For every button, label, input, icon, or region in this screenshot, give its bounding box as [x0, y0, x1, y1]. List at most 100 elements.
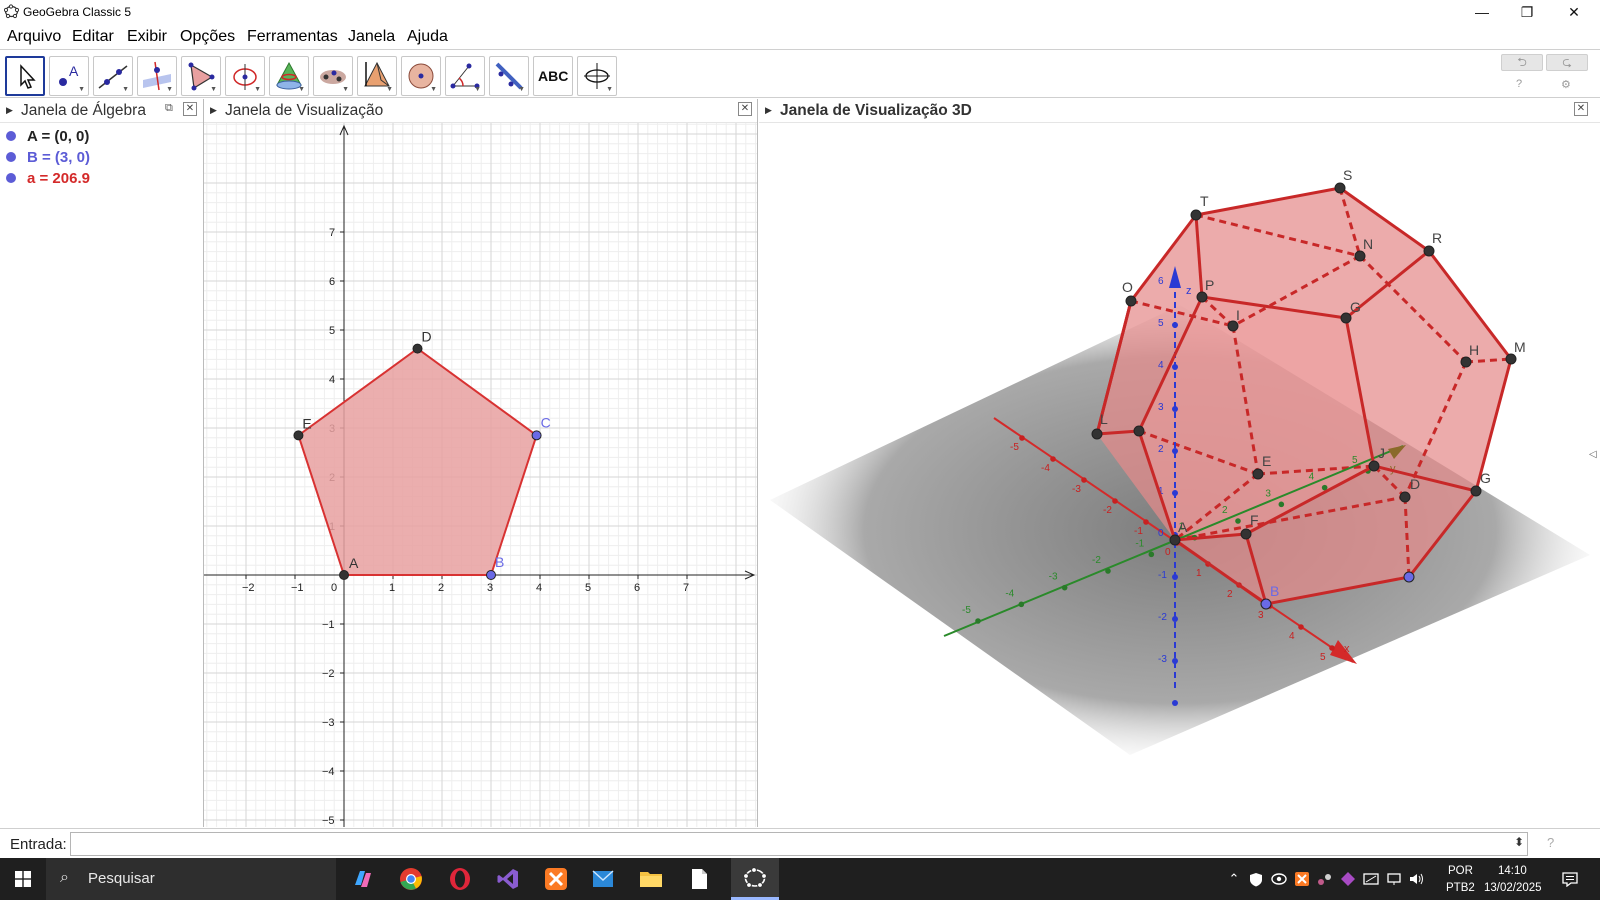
collapse-arrow-icon[interactable]: ▶: [765, 105, 772, 116]
vertex[interactable]: [1252, 468, 1264, 480]
menu-ferramentas[interactable]: Ferramentas: [247, 28, 338, 46]
input-history-icon[interactable]: ⬍: [1514, 835, 1524, 849]
point-E[interactable]: [293, 430, 304, 441]
collapse-arrow-icon[interactable]: ▶: [6, 105, 13, 116]
start-button[interactable]: [0, 858, 46, 900]
app-tray-icon[interactable]: [1339, 858, 1357, 900]
chrome-app[interactable]: [394, 863, 428, 895]
graphics3d-canvas[interactable]: -5-4-3-2-1012345-5-4-3-2-1123456543210-1…: [759, 123, 1600, 827]
vertex[interactable]: [1354, 250, 1366, 262]
vertex[interactable]: [1169, 534, 1181, 546]
security-tray-icon[interactable]: [1247, 858, 1265, 900]
vertex[interactable]: [1190, 209, 1202, 221]
z-axis-tick: [1172, 406, 1178, 412]
tool-point[interactable]: A ▼: [49, 56, 89, 96]
eye-tray-icon[interactable]: [1270, 858, 1288, 900]
menu-exibir[interactable]: Exibir: [127, 28, 167, 46]
tool-circle[interactable]: ▼: [225, 56, 265, 96]
tray-expand-icon[interactable]: ⌃: [1226, 858, 1242, 900]
tool-reflect[interactable]: ▼: [489, 56, 529, 96]
collapse-arrow-icon[interactable]: ▶: [210, 105, 217, 116]
point-C[interactable]: [531, 430, 542, 441]
maximize-button[interactable]: ❐: [1505, 0, 1549, 24]
network-activity-tray-icon[interactable]: [1316, 858, 1334, 900]
vertex-label: L: [1100, 411, 1108, 427]
menu-editar[interactable]: Editar: [72, 28, 114, 46]
point-D[interactable]: [412, 343, 423, 354]
visual-studio-app[interactable]: [491, 863, 525, 895]
x-axis-tick-label: 5: [1320, 652, 1326, 663]
notifications-icon[interactable]: [1556, 858, 1584, 900]
tool-text[interactable]: ABC: [533, 56, 573, 96]
vertex[interactable]: [1368, 460, 1380, 472]
clock-time[interactable]: 14:10: [1498, 865, 1527, 877]
folder-icon: [640, 872, 662, 887]
visibility-toggle[interactable]: [6, 173, 16, 183]
graphics-canvas[interactable]: −2−1012345671234567−1−2−3−4−5−6ABCDE: [204, 123, 757, 827]
menu-janela[interactable]: Janela: [348, 28, 395, 46]
z-axis-tick: [1172, 364, 1178, 370]
graphics3d-close-button[interactable]: ✕: [1574, 102, 1588, 116]
tool-angle[interactable]: ▼: [445, 56, 485, 96]
point-A[interactable]: [339, 570, 349, 580]
vertex[interactable]: [1423, 245, 1435, 257]
network-icon[interactable]: [1385, 858, 1403, 900]
tool-rotate-view[interactable]: ▼: [577, 56, 617, 96]
vertex[interactable]: [1505, 353, 1517, 365]
algebra-close-button[interactable]: ✕: [183, 102, 197, 116]
vertex[interactable]: [1133, 425, 1145, 437]
language-indicator[interactable]: POR: [1448, 865, 1473, 877]
undock-icon[interactable]: ⧉: [165, 102, 173, 115]
tool-plane[interactable]: ▼: [313, 56, 353, 96]
input-help-icon[interactable]: ?: [1547, 835, 1554, 850]
input-field[interactable]: [70, 832, 1528, 856]
point-B[interactable]: [486, 570, 496, 580]
vertex[interactable]: [1240, 528, 1252, 540]
display-tray-icon[interactable]: [1362, 858, 1380, 900]
algebra-item-B[interactable]: B = (3, 0): [6, 149, 90, 166]
close-button[interactable]: ✕: [1552, 0, 1596, 24]
tool-pyramid[interactable]: ▼: [357, 56, 397, 96]
tool-intersect[interactable]: ▼: [269, 56, 309, 96]
tool-line[interactable]: ▼: [93, 56, 133, 96]
vertex[interactable]: [1125, 295, 1137, 307]
graphics-close-button[interactable]: ✕: [738, 102, 752, 116]
xampp-tray-icon[interactable]: [1293, 858, 1311, 900]
settings-icon[interactable]: ⚙: [1561, 78, 1571, 91]
visibility-toggle[interactable]: [6, 152, 16, 162]
tool-move[interactable]: [5, 56, 45, 96]
tool-polygon[interactable]: ▼: [181, 56, 221, 96]
keyboard-layout[interactable]: PTB2: [1446, 882, 1475, 894]
volume-icon[interactable]: [1408, 858, 1426, 900]
opera-app[interactable]: [443, 863, 477, 895]
vertex[interactable]: [1260, 598, 1272, 610]
menu-opcoes[interactable]: Opções: [180, 28, 235, 46]
geogebra-app[interactable]: [731, 858, 779, 900]
vertex[interactable]: [1334, 182, 1346, 194]
visibility-toggle[interactable]: [6, 131, 16, 141]
copilot-app[interactable]: [346, 863, 380, 895]
redo-button[interactable]: ⮎: [1546, 54, 1588, 71]
vertex[interactable]: [1196, 291, 1208, 303]
vertex[interactable]: [1470, 485, 1482, 497]
algebra-item-A[interactable]: A = (0, 0): [6, 128, 89, 145]
file-explorer-app[interactable]: [634, 863, 668, 895]
algebra-item-a[interactable]: a = 206.9: [6, 170, 90, 187]
xampp-app[interactable]: [539, 863, 573, 895]
vertex[interactable]: [1403, 571, 1415, 583]
outlook-app[interactable]: [586, 863, 620, 895]
notepad-app[interactable]: [682, 863, 716, 895]
undo-button[interactable]: ⮌: [1501, 54, 1543, 71]
menu-arquivo[interactable]: Arquivo: [7, 28, 61, 46]
clock-date[interactable]: 13/02/2025: [1484, 882, 1542, 894]
minimize-button[interactable]: —: [1460, 0, 1504, 24]
menu-ajuda[interactable]: Ajuda: [407, 28, 448, 46]
help-icon[interactable]: ?: [1516, 78, 1522, 90]
taskbar-search[interactable]: ⌕ Pesquisar: [46, 858, 336, 900]
tool-perpendicular[interactable]: ▼: [137, 56, 177, 96]
side-collapse-icon[interactable]: ◁: [1589, 449, 1597, 460]
tool-sphere[interactable]: ▼: [401, 56, 441, 96]
vertex[interactable]: [1091, 428, 1103, 440]
vertex[interactable]: [1399, 491, 1411, 503]
vertex[interactable]: [1460, 356, 1472, 368]
